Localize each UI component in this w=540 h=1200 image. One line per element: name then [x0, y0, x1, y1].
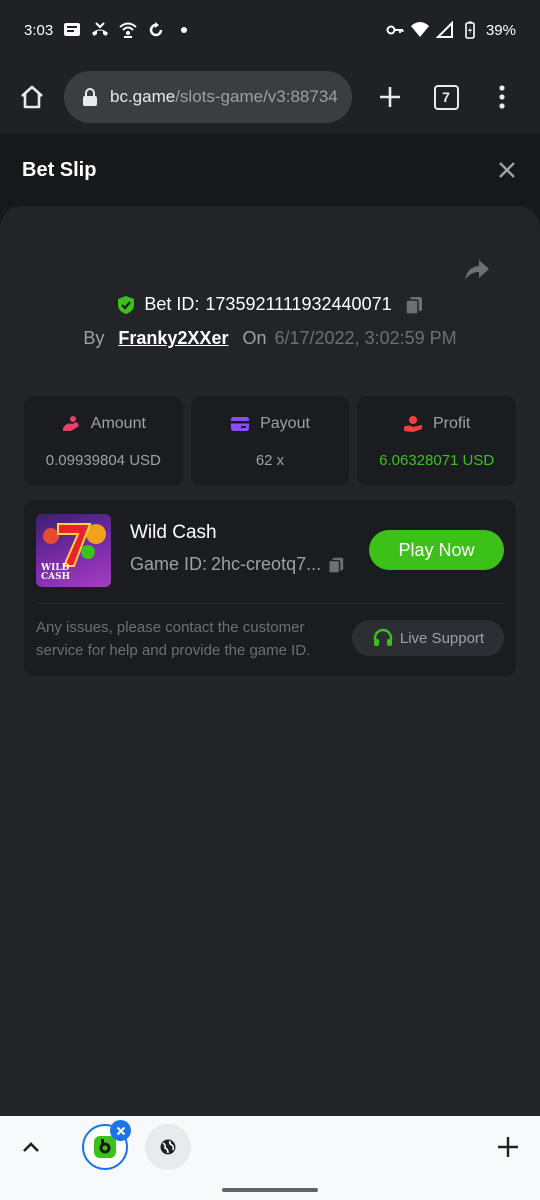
stat-amount-value: 0.09939804 USD — [45, 451, 161, 469]
bet-id-label: Bet ID: — [144, 294, 200, 314]
bet-slip-card: Bet ID: 1735921111932440071 By Franky2XX… — [0, 206, 540, 1116]
tab-strip — [0, 1116, 540, 1178]
message-icon — [63, 21, 81, 39]
wifi-call-icon — [119, 21, 137, 39]
bet-slip-title: Bet Slip — [22, 158, 97, 181]
stat-amount: Amount 0.09939804 USD — [24, 396, 183, 486]
live-support-button[interactable]: Live Support — [352, 620, 504, 656]
game-thumbnail[interactable]: WILD CASH — [36, 514, 111, 587]
profit-icon — [404, 415, 422, 432]
url-text: bc.game/slots-game/v3:88734 — [110, 87, 338, 107]
more-vert-icon — [499, 85, 505, 109]
stat-payout: Payout 62 x — [190, 396, 350, 486]
browser-toolbar: bc.game/slots-game/v3:88734 7 — [0, 60, 540, 134]
headset-icon — [373, 628, 393, 646]
expand-tabs-button[interactable] — [0, 1116, 62, 1178]
menu-button[interactable] — [474, 60, 530, 134]
bet-id-value: 1735921111932440071 — [205, 294, 392, 314]
new-tab-button[interactable] — [362, 60, 418, 134]
battery-icon — [461, 21, 479, 39]
tab-count: 7 — [433, 84, 459, 110]
close-icon — [499, 162, 515, 178]
vpn-key-icon — [386, 21, 404, 39]
stat-profit-value: 6.06328071 USD — [379, 451, 495, 469]
stat-profit-label: Profit — [433, 414, 471, 432]
wifi-icon — [410, 21, 429, 39]
thumbnail-logo-text: WILD CASH — [41, 563, 71, 582]
game-name: Wild Cash — [130, 522, 217, 543]
dot-icon — [175, 21, 193, 39]
bet-meta-row: By Franky2XXer On 6/17/2022, 3:02:59 PM — [0, 328, 540, 349]
add-tab-icon[interactable] — [496, 1135, 520, 1159]
url-path: /slots-game/v3:88734 — [175, 87, 338, 106]
address-bar[interactable]: bc.game/slots-game/v3:88734 — [64, 71, 352, 123]
clock: 3:03 — [24, 21, 54, 39]
gesture-nav-bar — [0, 1178, 540, 1200]
by-label: By — [83, 328, 105, 348]
close-tab-button[interactable] — [110, 1120, 131, 1141]
signal-icon — [435, 21, 454, 39]
payout-icon — [231, 416, 250, 431]
battery-percent: 39% — [485, 21, 516, 39]
close-button[interactable] — [496, 159, 518, 181]
game-id-label: Game ID: — [130, 554, 208, 574]
lock-icon — [83, 88, 97, 106]
copy-game-id-icon[interactable] — [327, 555, 345, 575]
play-now-button[interactable]: Play Now — [369, 530, 504, 570]
live-support-label: Live Support — [399, 629, 485, 647]
chevron-up-icon — [23, 1142, 39, 1152]
copy-bet-id-icon[interactable] — [404, 295, 424, 315]
tab-other[interactable] — [145, 1124, 191, 1170]
on-label: On — [242, 328, 267, 348]
stat-payout-value: 62 x — [255, 451, 285, 469]
game-id-value: 2hc-creotq7... — [211, 554, 322, 574]
verified-shield-icon — [118, 295, 135, 314]
home-button[interactable] — [0, 60, 64, 134]
home-gesture-pill[interactable] — [222, 1188, 318, 1192]
bet-stats: Amount 0.09939804 USD Payout 62 x Profit… — [24, 396, 517, 486]
home-icon — [21, 85, 43, 109]
divider — [36, 603, 504, 604]
bet-id-row: Bet ID: 1735921111932440071 — [0, 294, 540, 315]
missed-call-icon — [91, 21, 109, 39]
page-content: Bet Slip Bet ID: 1735921111932440071 By … — [0, 134, 540, 1116]
support-info-text: Any issues, please contact the customer … — [36, 619, 311, 659]
bet-datetime: 6/17/2022, 3:02:59 PM — [274, 328, 457, 348]
bet-slip-header: Bet Slip — [0, 134, 540, 206]
amount-icon — [62, 415, 79, 431]
stat-profit: Profit 6.06328071 USD — [357, 396, 517, 486]
close-icon — [116, 1126, 125, 1135]
url-host: bc.game — [110, 87, 176, 106]
status-bar: 3:03 39% — [0, 0, 540, 60]
game-panel: WILD CASH Wild Cash Game ID: 2hc-creotq7… — [24, 500, 516, 676]
globe-icon — [160, 1139, 176, 1155]
username-link[interactable]: Franky2XXer — [118, 328, 228, 349]
share-icon[interactable] — [464, 258, 490, 282]
sync-icon — [147, 21, 165, 39]
game-id-row: Game ID: 2hc-creotq7... — [130, 554, 345, 575]
plus-icon — [380, 87, 400, 107]
stat-payout-label: Payout — [260, 414, 310, 432]
stat-amount-label: Amount — [90, 414, 146, 432]
tab-switcher-button[interactable]: 7 — [418, 60, 474, 134]
